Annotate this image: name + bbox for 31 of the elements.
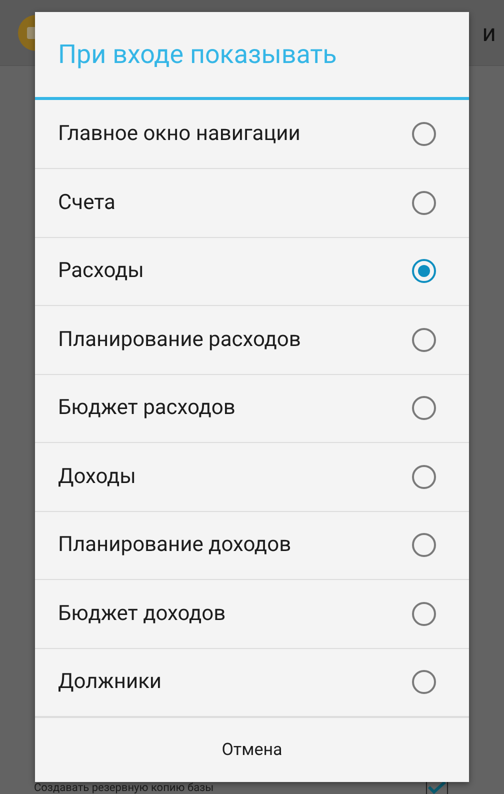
option-label: Счета xyxy=(58,190,116,215)
option-label: Доходы xyxy=(58,464,136,489)
option-row[interactable]: Главное окно навигации xyxy=(35,100,469,169)
option-row[interactable]: Должники xyxy=(35,648,469,717)
radio-button[interactable] xyxy=(412,602,436,626)
option-label: Планирование доходов xyxy=(58,533,292,558)
app-title: и xyxy=(482,18,496,46)
setting-label: Создавать резервную копию базы xyxy=(34,781,214,794)
cancel-button[interactable]: Отмена xyxy=(35,718,469,782)
option-label: Планирование расходов xyxy=(58,328,301,352)
option-label: Расходы xyxy=(58,259,144,284)
option-label: Бюджет расходов xyxy=(58,396,236,420)
radio-button[interactable] xyxy=(412,259,436,284)
option-label: Главное окно навигации xyxy=(58,122,300,146)
radio-button[interactable] xyxy=(412,464,436,489)
option-row[interactable]: Планирование доходов xyxy=(35,512,469,580)
radio-button[interactable] xyxy=(412,396,436,420)
option-row[interactable]: Бюджет расходов xyxy=(35,374,469,443)
option-row[interactable]: Счета xyxy=(35,169,469,238)
option-label: Бюджет доходов xyxy=(58,602,226,626)
option-row[interactable]: Планирование расходов xyxy=(35,306,469,374)
dialog-title: При входе показывать xyxy=(35,12,469,100)
radio-button[interactable] xyxy=(412,533,436,558)
radio-button[interactable] xyxy=(412,670,436,694)
option-row[interactable]: Бюджет доходов xyxy=(35,580,469,648)
option-row[interactable]: Расходы xyxy=(35,238,469,306)
option-label: Должники xyxy=(58,670,162,694)
option-row[interactable]: Доходы xyxy=(35,443,469,512)
radio-button[interactable] xyxy=(412,328,436,352)
radio-button[interactable] xyxy=(412,122,436,146)
radio-button[interactable] xyxy=(412,190,436,215)
